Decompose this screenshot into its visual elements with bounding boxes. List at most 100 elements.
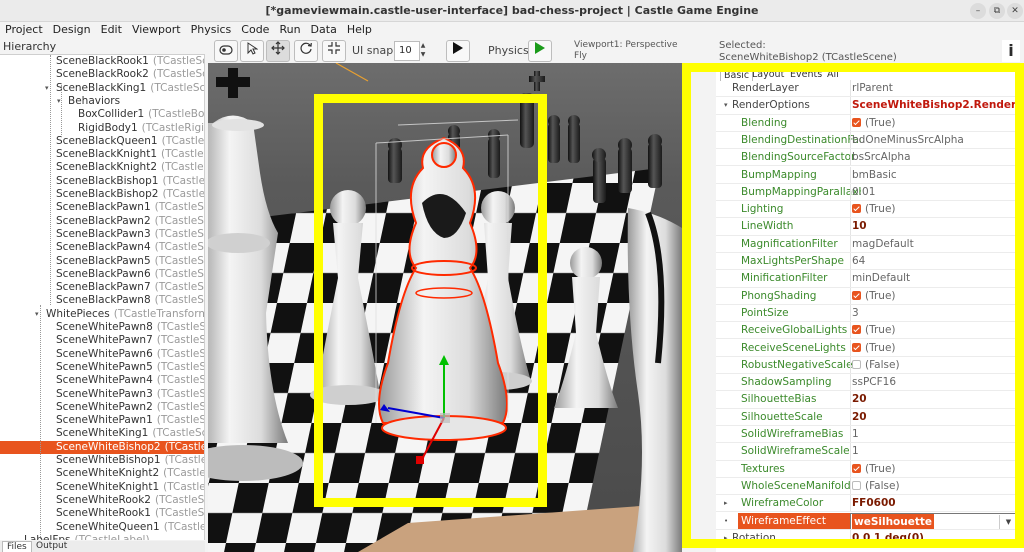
tree-item[interactable]: SceneWhiteKing1(TCastleScene): [0, 427, 204, 440]
tree-item[interactable]: SceneBlackPawn2(TCastleScene): [0, 215, 204, 228]
viewport-info: Viewport1: Perspective Fly: [574, 40, 678, 62]
tree-item[interactable]: SceneWhiteQueen1(TCastleScene): [0, 521, 204, 534]
tree-item[interactable]: SceneWhiteRook2(TCastleScene): [0, 494, 204, 507]
tree-item-type: (TCastleScene): [156, 374, 204, 387]
tree-item-type: (TCastleLabel): [74, 533, 150, 540]
title-bar: [*gameviewmain.castle-user-interface] ba…: [0, 0, 1024, 22]
ui-snap-spinner[interactable]: ▲ ▼: [419, 41, 427, 61]
tree-item[interactable]: SceneWhitePawn8(TCastleScene): [0, 321, 204, 334]
tree-item[interactable]: SceneWhitePawn4(TCastleScene): [0, 374, 204, 387]
translate-mode-button[interactable]: [266, 40, 290, 62]
tree-item-type: (TCastleScene): [154, 201, 204, 214]
tree-item[interactable]: LabelFps (TCastleLabel): [0, 533, 204, 540]
tree-item[interactable]: SceneBlackRook1(TCastleScene): [0, 55, 204, 68]
scale-icon: [328, 42, 340, 54]
tree-item-name: SceneBlackPawn1: [56, 201, 151, 214]
tree-item-name: SceneBlackKnight1: [56, 148, 157, 161]
tree-item[interactable]: SceneBlackKnight1 (TCastleScene): [0, 148, 204, 161]
tree-item[interactable]: ▾ SceneBlackKing1(TCastleScene): [0, 82, 204, 95]
tree-item[interactable]: SceneWhitePawn5(TCastleScene): [0, 361, 204, 374]
tree-item-name: SceneWhiteKing1: [56, 427, 149, 440]
tree-item[interactable]: SceneWhiteBishop1(TCastleScene): [0, 454, 204, 467]
menu-design[interactable]: Design: [48, 22, 96, 39]
ui-snap-label: UI snap:: [352, 44, 397, 57]
ui-snap-input[interactable]: 10: [394, 41, 420, 61]
tree-item-type: (TCastleScene): [152, 55, 204, 67]
tree-item[interactable]: SceneBlackPawn7(TCastleScene): [0, 281, 204, 294]
tree-item[interactable]: BoxCollider1(TCastleBoxCollider): [0, 108, 205, 121]
tree-item[interactable]: SceneWhitePawn3(TCastleScene): [0, 388, 204, 401]
tree-item-name: BoxCollider1: [78, 108, 145, 121]
tree-item-name: SceneWhitePawn6: [56, 347, 153, 360]
tree-item-type: (TCastleScene): [162, 188, 205, 200]
tree-item-name: SceneBlackPawn8: [56, 294, 151, 307]
info-button[interactable]: i: [1002, 40, 1020, 62]
hierarchy-label: Hierarchy: [3, 40, 57, 53]
tree-guide-line: [61, 85, 62, 135]
scale-mode-button[interactable]: [322, 40, 346, 62]
menu-viewport[interactable]: Viewport: [127, 22, 186, 39]
tree-item-name: SceneBlackQueen1: [56, 134, 158, 147]
tree-item-type: (TCastleBoxCollider): [148, 108, 205, 121]
tree-item[interactable]: ▾ WhitePieces (TCastleTransform): [0, 307, 204, 321]
tree-item-name: WhitePieces: [46, 307, 110, 320]
rotate-mode-button[interactable]: [294, 40, 318, 62]
tree-item[interactable]: SceneWhiteBishop2(TCastleScene): [0, 440, 204, 454]
tree-item[interactable]: SceneWhiteKnight1(TCastleScene): [0, 481, 204, 494]
tree-item[interactable]: SceneBlackPawn8(TCastleScene): [0, 294, 204, 307]
tree-item[interactable]: SceneWhitePawn2(TCastleScene): [0, 400, 204, 414]
menu-code[interactable]: Code: [236, 22, 274, 39]
tree-item-type: (TCastleRigidBody): [141, 121, 205, 134]
tab-files[interactable]: Files: [2, 541, 32, 552]
tree-item[interactable]: SceneBlackBishop2(TCastleScene): [0, 188, 205, 201]
tree-item-name: SceneWhiteKnight2: [56, 467, 160, 480]
play-button[interactable]: [446, 40, 470, 62]
tree-item[interactable]: SceneBlackKnight2 (TCastleScene): [0, 161, 204, 174]
tree-item[interactable]: SceneBlackRook2(TCastleScene): [0, 68, 204, 81]
tree-item[interactable]: ▾ Behaviors: [0, 95, 204, 108]
tree-item[interactable]: SceneWhitePawn6(TCastleScene): [0, 347, 204, 361]
tree-item-name: SceneBlackPawn6: [56, 267, 151, 280]
tree-item[interactable]: SceneBlackPawn6(TCastleScene): [0, 267, 204, 281]
maximize-button[interactable]: ⧉: [989, 3, 1005, 19]
select-mode-button[interactable]: [240, 40, 264, 62]
tree-item-name: LabelFps: [24, 533, 71, 540]
tree-item-type: (TCastleScene): [161, 161, 204, 174]
physics-play-icon: [535, 42, 545, 54]
menu-physics[interactable]: Physics: [186, 22, 237, 39]
menu-edit[interactable]: Edit: [96, 22, 127, 39]
tree-item[interactable]: SceneWhitePawn7(TCastleScene): [0, 334, 204, 347]
menu-data[interactable]: Data: [306, 22, 342, 39]
tree-item[interactable]: SceneBlackPawn3(TCastleScene): [0, 228, 204, 241]
tree-item-name: SceneBlackPawn4: [56, 241, 151, 254]
tree-item[interactable]: SceneBlackPawn5(TCastleScene): [0, 255, 204, 268]
tree-item-type: (TCastleScene): [154, 267, 204, 280]
tree-item[interactable]: RigidBody1(TCastleRigidBody): [0, 121, 205, 135]
tree-guide-line: [50, 55, 51, 305]
hierarchy-tree[interactable]: SceneBlackRook1(TCastleScene)SceneBlackR…: [0, 54, 205, 540]
tree-item[interactable]: SceneBlackBishop1(TCastleScene): [0, 175, 204, 188]
tree-item[interactable]: SceneWhitePawn1(TCastleScene): [0, 414, 204, 427]
tree-item[interactable]: SceneWhiteKnight2(TCastleScene): [0, 467, 204, 480]
navigation-mode: Fly: [574, 51, 588, 61]
tree-item[interactable]: SceneBlackQueen1(TCastleScene): [0, 134, 204, 148]
tab-output[interactable]: Output: [32, 541, 71, 552]
physics-play-button[interactable]: [528, 40, 552, 62]
tree-item-name: SceneWhitePawn2: [56, 400, 153, 413]
tree-item-type: (TCastleScene): [164, 440, 204, 453]
tree-expander-icon[interactable]: ▾: [35, 308, 39, 321]
spin-down-icon: ▼: [420, 51, 426, 58]
close-button[interactable]: ✕: [1007, 3, 1023, 19]
highlight-box-bishop: [314, 94, 547, 507]
interact-mode-button[interactable]: [214, 40, 238, 62]
minimize-button[interactable]: –: [970, 3, 986, 19]
tree-item[interactable]: SceneBlackPawn1(TCastleScene): [0, 201, 204, 214]
menu-run[interactable]: Run: [274, 22, 305, 39]
tree-item[interactable]: SceneWhiteRook1(TCastleScene): [0, 507, 204, 520]
tree-expander-icon[interactable]: ▾: [57, 95, 61, 108]
menu-project[interactable]: Project: [0, 22, 48, 39]
tree-item[interactable]: SceneBlackPawn4(TCastleScene): [0, 241, 204, 254]
tree-item-name: SceneWhiteBishop1: [56, 454, 161, 466]
menu-help[interactable]: Help: [342, 22, 377, 39]
tree-expander-icon[interactable]: ▾: [45, 82, 49, 95]
